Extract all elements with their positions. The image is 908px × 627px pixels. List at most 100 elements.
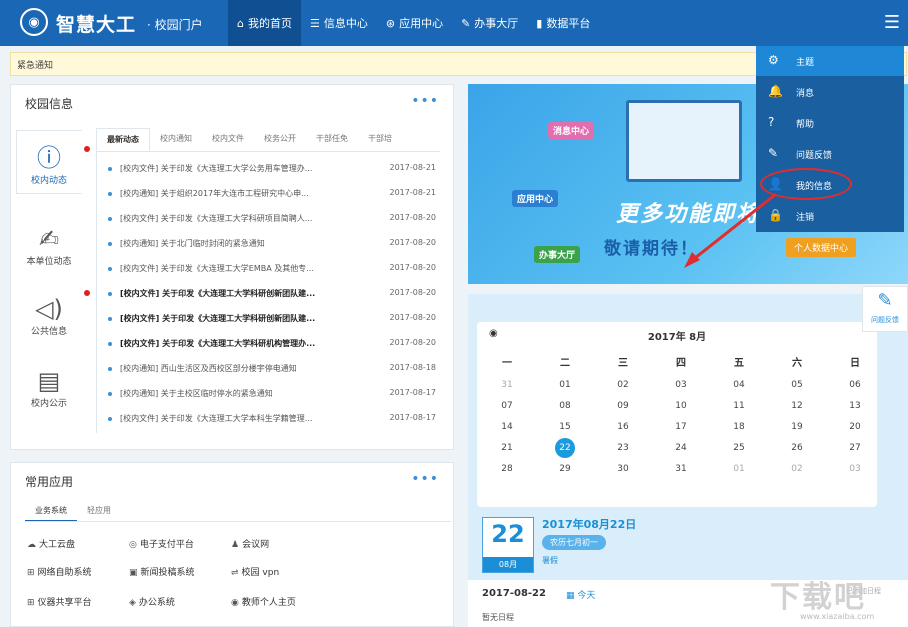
today-link[interactable]: ▦ 今天	[566, 588, 595, 601]
news-item[interactable]: [校内文件] 关于印发《大连理工大学本科生学籍管理...2017-08-17	[96, 408, 440, 433]
app-item[interactable]: ◈办公系统	[129, 595, 175, 608]
news-title[interactable]: [校内文件] 关于印发《大连理工大学科研创新团队建...	[120, 313, 370, 324]
app-item[interactable]: ◉教师个人主页	[231, 595, 296, 608]
calendar-day[interactable]: 09	[611, 397, 635, 415]
app-item[interactable]: ⇌校园 vpn	[231, 565, 279, 578]
university-logo-icon[interactable]: ◉	[20, 8, 48, 36]
calendar-day[interactable]: 25	[727, 439, 751, 457]
news-title[interactable]: [校内文件] 关于印发《大连理工大学公务用车管理办...	[120, 163, 370, 174]
feedback-float-button[interactable]: ✎ 问题反馈	[862, 286, 908, 332]
calendar-day[interactable]: 17	[669, 418, 693, 436]
news-item[interactable]: [校内文件] 关于印发《大连理工大学科研创新团队建...2017-08-20	[96, 308, 440, 333]
calendar-day[interactable]: 12	[785, 397, 809, 415]
calendar-day[interactable]: 14	[495, 418, 519, 436]
app-item[interactable]: ⊞仪器共享平台	[27, 595, 92, 608]
dropdown-item-theme[interactable]: ⚙主题	[756, 46, 904, 76]
banner-msg-center: 消息中心	[548, 122, 594, 139]
news-title[interactable]: [校内文件] 关于印发《大连理工大学EMBA 及其他专...	[120, 263, 370, 274]
calendar-day[interactable]: 02	[785, 460, 809, 478]
calendar-day[interactable]: 01	[553, 376, 577, 394]
calendar-day[interactable]: 06	[843, 376, 867, 394]
calendar-day[interactable]: 31	[495, 376, 519, 394]
news-item[interactable]: [校内文件] 关于印发《大连理工大学公务用车管理办...2017-08-21	[96, 158, 440, 183]
more-apps-icon[interactable]: •••	[411, 471, 439, 487]
calendar-day[interactable]: 03	[669, 376, 693, 394]
calendar-day[interactable]: 30	[611, 460, 635, 478]
calendar-day[interactable]: 15	[553, 418, 577, 436]
bullet-icon	[108, 217, 112, 221]
news-item[interactable]: [校内通知] 关于主校区临时停水的紧急通知2017-08-17	[96, 383, 440, 408]
news-item[interactable]: [校内文件] 关于印发《大连理工大学EMBA 及其他专...2017-08-20	[96, 258, 440, 283]
news-tab-3[interactable]: 校务公开	[254, 128, 306, 151]
app-item[interactable]: ♟会议网	[231, 537, 269, 550]
news-tab-2[interactable]: 校内文件	[202, 128, 254, 151]
calendar-day[interactable]: 23	[611, 439, 635, 457]
calendar-day[interactable]: 18	[727, 418, 751, 436]
news-title[interactable]: [校内通知] 西山生活区及西校区部分楼宇停电通知	[120, 363, 370, 374]
news-title[interactable]: [校内通知] 关于北门临时封闭的紧急通知	[120, 238, 370, 249]
nav-item-4[interactable]: ▮数据平台	[527, 0, 599, 46]
weekday-header: 三	[603, 354, 643, 369]
news-tab-4[interactable]: 干部任免	[306, 128, 358, 151]
news-tab-0[interactable]: 最新动态	[96, 128, 150, 151]
side-tab-0[interactable]: ⓘ校内动态	[16, 130, 82, 194]
calendar-day[interactable]: 28	[495, 460, 519, 478]
common-apps-title: 常用应用	[25, 473, 73, 490]
more-icon[interactable]: •••	[411, 93, 439, 109]
side-tab-2[interactable]: ◁)公共信息	[16, 282, 82, 346]
selected-full-date: 2017年08月22日	[542, 516, 636, 532]
news-title[interactable]: [校内通知] 关于组织2017年大连市工程研究中心申...	[120, 188, 370, 199]
app-item[interactable]: ⊞网络自助系统	[27, 565, 92, 578]
nav-item-3[interactable]: ✎办事大厅	[452, 0, 527, 46]
calendar-day[interactable]: 05	[785, 376, 809, 394]
dropdown-item-bell[interactable]: 🔔消息	[756, 77, 904, 107]
calendar-day[interactable]: 24	[669, 439, 693, 457]
news-item[interactable]: [校内文件] 关于印发《大连理工大学科研机构管理办...2017-08-20	[96, 333, 440, 358]
news-title[interactable]: [校内文件] 关于印发《大连理工大学本科生学籍管理...	[120, 413, 370, 424]
app-item[interactable]: ☁大工云盘	[27, 537, 75, 550]
calendar-day[interactable]: 11	[727, 397, 751, 415]
dropdown-item-help[interactable]: ?帮助	[756, 108, 904, 138]
news-item[interactable]: [校内通知] 西山生活区及西校区部分楼宇停电通知2017-08-18	[96, 358, 440, 383]
calendar-day[interactable]: 03	[843, 460, 867, 478]
news-title[interactable]: [校内文件] 关于印发《大连理工大学科研机构管理办...	[120, 338, 370, 349]
bullet-icon	[108, 242, 112, 246]
calendar-day[interactable]: 31	[669, 460, 693, 478]
dropdown-item-feedback[interactable]: ✎问题反馈	[756, 139, 904, 169]
app-tab-0[interactable]: 业务系统	[25, 501, 77, 522]
calendar-day[interactable]: 07	[495, 397, 519, 415]
calendar-day[interactable]: 10	[669, 397, 693, 415]
calendar-day[interactable]: 01	[727, 460, 751, 478]
nav-item-2[interactable]: ⊛应用中心	[377, 0, 452, 46]
brand-title[interactable]: 智慧大工	[56, 10, 136, 37]
news-item[interactable]: [校内通知] 关于北门临时封闭的紧急通知2017-08-20	[96, 233, 440, 258]
nav-item-0[interactable]: ⌂我的首页	[228, 0, 301, 46]
news-title[interactable]: [校内通知] 关于主校区临时停水的紧急通知	[120, 388, 370, 399]
calendar-day[interactable]: 26	[785, 439, 809, 457]
news-item[interactable]: [校内文件] 关于印发《大连理工大学科研项目简聘人...2017-08-20	[96, 208, 440, 233]
calendar-day[interactable]: 08	[553, 397, 577, 415]
calendar-day[interactable]: 19	[785, 418, 809, 436]
calendar-day[interactable]: 27	[843, 439, 867, 457]
nav-item-1[interactable]: ☰信息中心	[301, 0, 377, 46]
app-item[interactable]: ◎电子支付平台	[129, 537, 194, 550]
calendar-day[interactable]: 21	[495, 439, 519, 457]
calendar-day[interactable]: 16	[611, 418, 635, 436]
news-title[interactable]: [校内文件] 关于印发《大连理工大学科研创新团队建...	[120, 288, 370, 299]
news-item[interactable]: [校内通知] 关于组织2017年大连市工程研究中心申...2017-08-21	[96, 183, 440, 208]
calendar-day[interactable]: 02	[611, 376, 635, 394]
calendar-day[interactable]: 13	[843, 397, 867, 415]
menu-icon[interactable]: ☰	[884, 12, 900, 33]
side-tab-1[interactable]: ✍本单位动态	[16, 212, 82, 276]
calendar-day[interactable]: 20	[843, 418, 867, 436]
calendar-day[interactable]: 22	[555, 438, 575, 458]
calendar-day[interactable]: 04	[727, 376, 751, 394]
news-item[interactable]: [校内文件] 关于印发《大连理工大学科研创新团队建...2017-08-20	[96, 283, 440, 308]
news-tab-1[interactable]: 校内通知	[150, 128, 202, 151]
app-item[interactable]: ▣新闻投稿系统	[129, 565, 195, 578]
app-tab-1[interactable]: 轻应用	[77, 501, 121, 522]
news-tab-5[interactable]: 干部培	[358, 128, 402, 151]
news-title[interactable]: [校内文件] 关于印发《大连理工大学科研项目简聘人...	[120, 213, 370, 224]
side-tab-3[interactable]: ▤校内公示	[16, 354, 82, 418]
calendar-day[interactable]: 29	[553, 460, 577, 478]
